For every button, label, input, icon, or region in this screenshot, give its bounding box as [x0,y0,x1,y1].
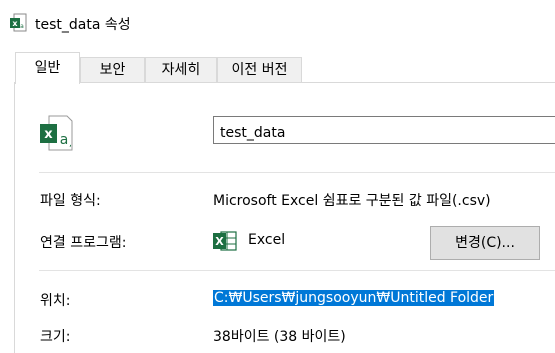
tab-previous-versions[interactable]: 이전 버전 [217,57,302,82]
size-label: 크기: [40,329,71,345]
file-type-label: 파일 형식: [40,193,101,209]
svg-text:a: a [20,23,24,30]
window-title: test_data 속성 [35,17,131,33]
excel-csv-icon: x a , [40,115,73,151]
svg-text:X: X [215,235,224,248]
divider [39,172,555,173]
tab-security[interactable]: 보안 [80,57,145,82]
file-type-value: Microsoft Excel 쉼표로 구분된 값 파일(.csv) [213,193,491,209]
tab-general[interactable]: 일반 [15,52,80,84]
divider [39,270,555,271]
svg-text:x: x [12,19,18,28]
change-button[interactable]: 변경(C)... [430,226,540,260]
open-with-label: 연결 프로그램: [40,235,127,251]
size-value: 38바이트 (38 바이트) [213,329,346,345]
open-with-value: Excel [248,232,286,248]
location-value[interactable]: C:₩Users₩jungsooyun₩Untitled Folder [213,290,495,306]
title-bar: x a test_data 속성 [0,0,555,50]
tab-details[interactable]: 자세히 [145,57,217,82]
svg-text:x: x [44,127,53,142]
excel-icon: X [213,231,237,251]
excel-csv-icon: x a [10,13,27,32]
svg-text:,: , [69,139,72,149]
file-name-input[interactable] [213,116,555,144]
svg-text:a: a [60,132,69,148]
location-label: 위치: [40,293,71,309]
